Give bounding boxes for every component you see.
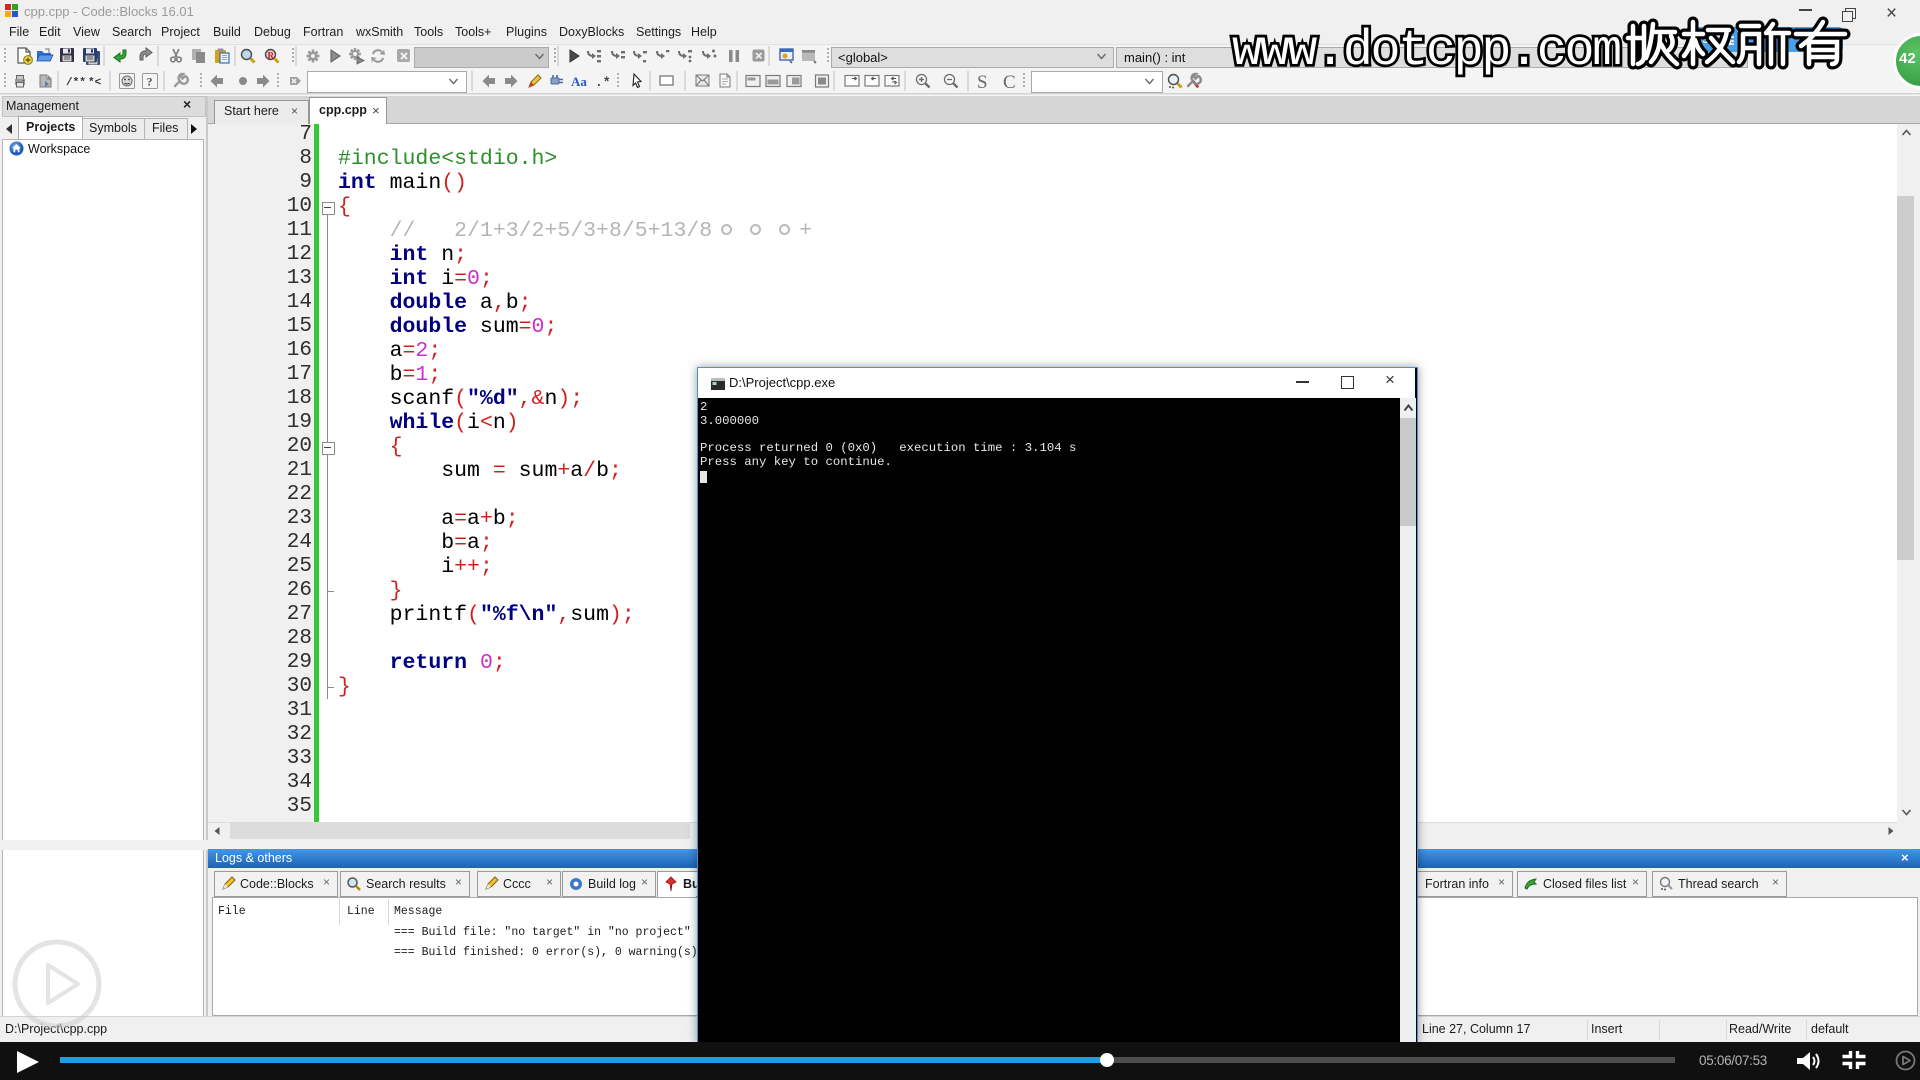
svg-text:/**: /** xyxy=(66,77,86,89)
svg-text:*<: *< xyxy=(88,77,102,89)
svg-text:.*: .* xyxy=(595,75,611,90)
svg-text:C: C xyxy=(1003,72,1016,93)
svg-text:Aa: Aa xyxy=(571,74,587,89)
svg-text:R: R xyxy=(268,51,275,61)
svg-text:S: S xyxy=(977,72,988,93)
svg-text:?: ? xyxy=(147,75,153,89)
